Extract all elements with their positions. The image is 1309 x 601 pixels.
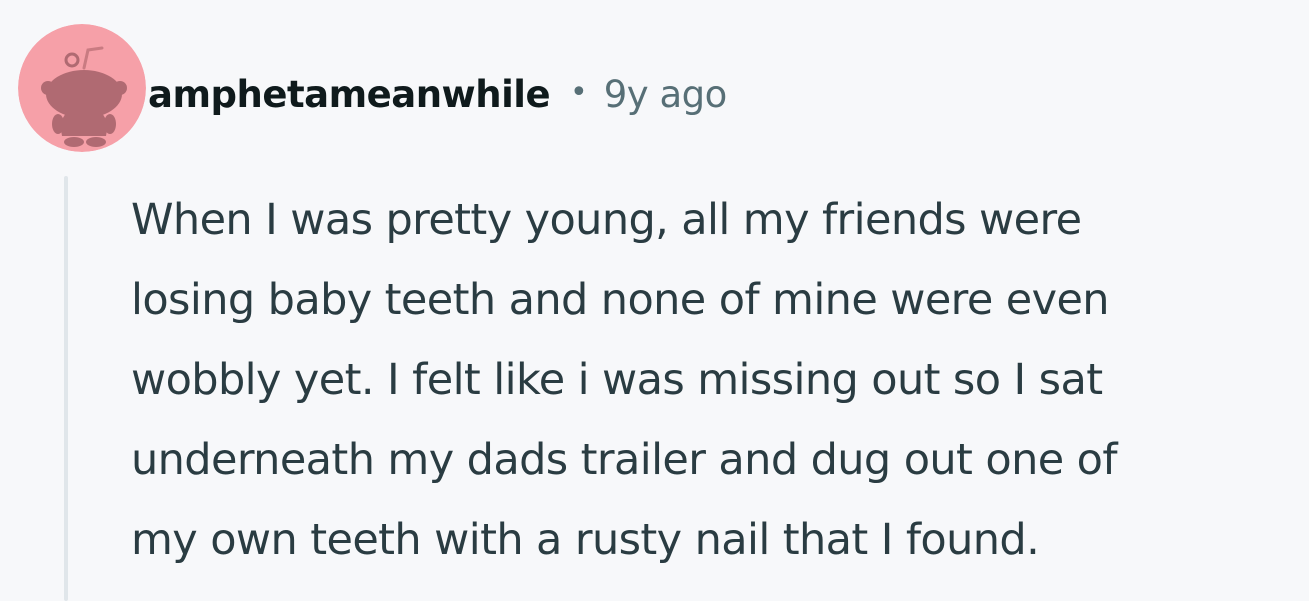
avatar[interactable] xyxy=(18,24,146,152)
comment-body: When I was pretty young, all my friends … xyxy=(131,180,1301,580)
username-link[interactable]: amphetameanwhile xyxy=(148,73,551,116)
comment-body-line: When I was pretty young, all my friends … xyxy=(131,195,1082,245)
snoo-avatar-icon xyxy=(18,24,146,152)
comment-body-line: my own teeth with a rusty nail that I fo… xyxy=(131,515,1040,565)
meta-separator: • xyxy=(570,74,588,110)
comment-body-line: losing baby teeth and none of mine were … xyxy=(131,275,1110,325)
comment-timestamp[interactable]: 9y ago xyxy=(604,73,728,116)
comment-body-line: underneath my dads trailer and dug out o… xyxy=(131,435,1118,485)
thread-collapse-line[interactable] xyxy=(64,176,68,601)
comment-body-line: wobbly yet. I felt like i was missing ou… xyxy=(131,355,1103,405)
comment: amphetameanwhile • 9y ago When I was pre… xyxy=(0,0,1309,601)
comment-meta: amphetameanwhile • 9y ago xyxy=(148,62,727,126)
